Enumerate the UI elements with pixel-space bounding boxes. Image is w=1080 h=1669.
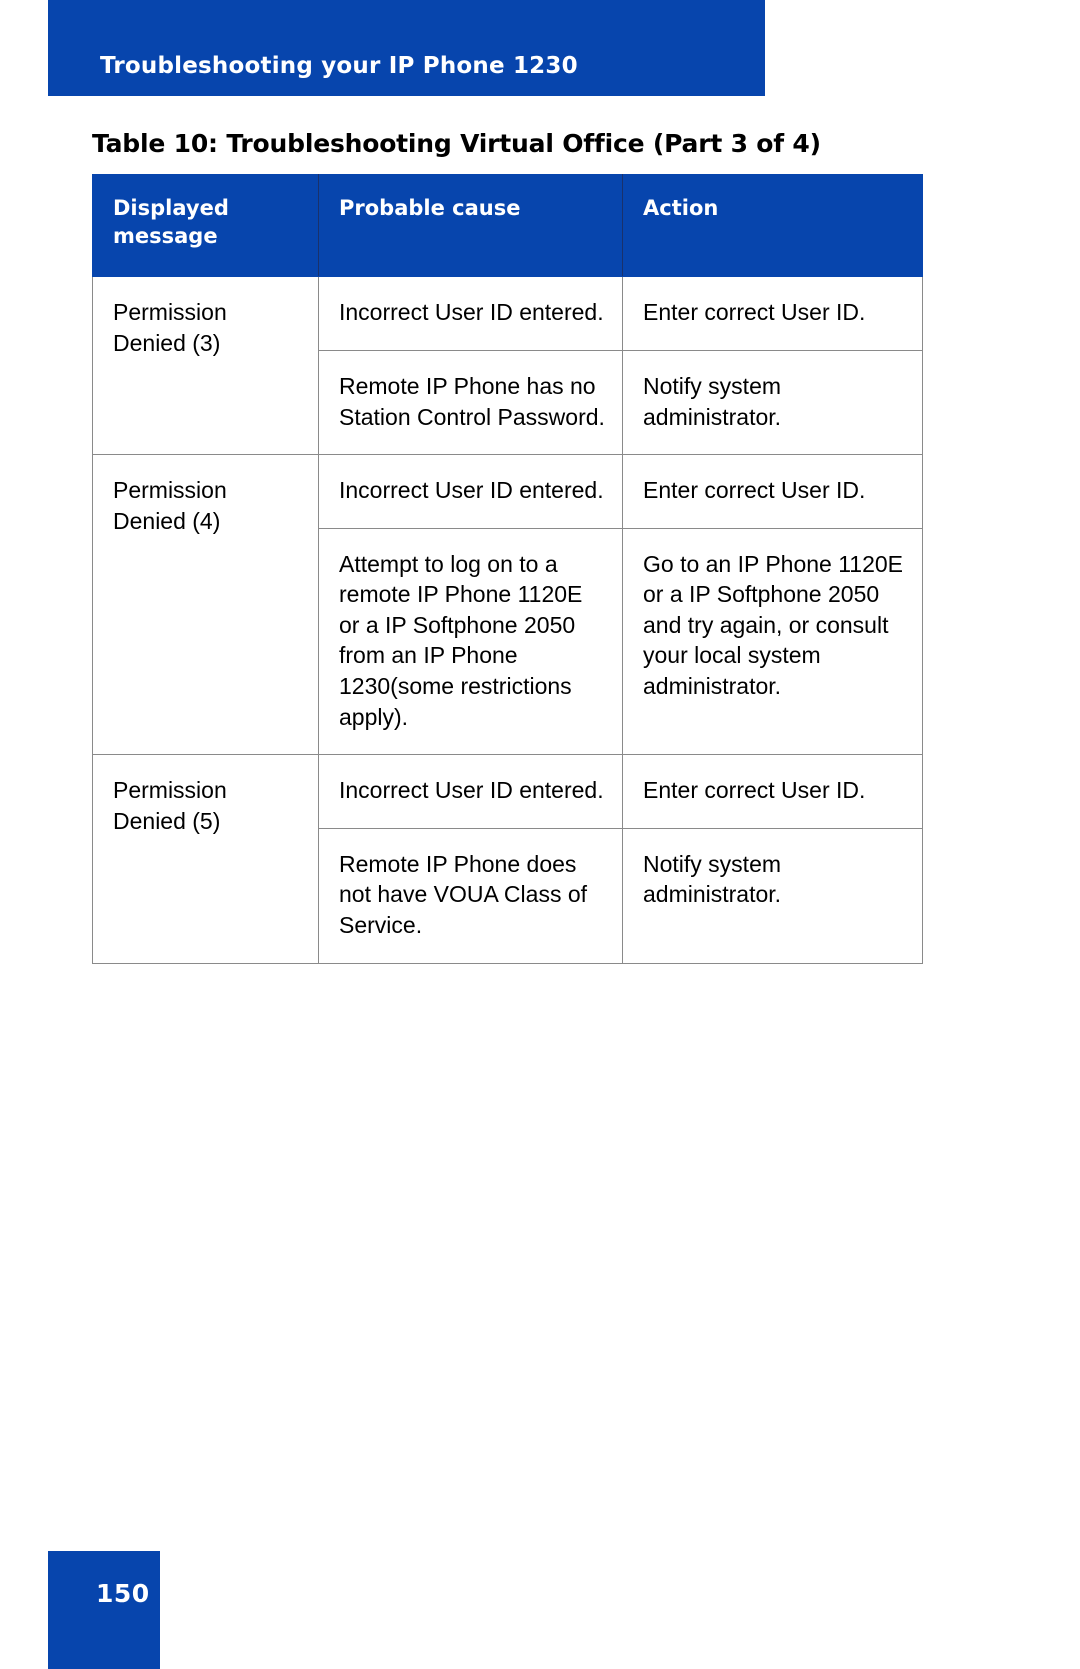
cell-probable-cause: Incorrect User ID entered. — [318, 454, 623, 529]
table-row: Permission Denied (3) Incorrect User ID … — [92, 276, 923, 456]
cell-displayed-message: Permission Denied (4) — [92, 454, 319, 756]
cell-probable-cause: Incorrect User ID entered. — [318, 754, 623, 829]
troubleshooting-table-wrapper: Displayed message Probable cause Action … — [92, 173, 923, 964]
table-row: Permission Denied (4) Incorrect User ID … — [92, 454, 923, 756]
running-header-title: Troubleshooting your IP Phone 1230 — [100, 53, 578, 79]
page-number: 150 — [96, 1579, 150, 1608]
page-header-bar: Troubleshooting your IP Phone 1230 — [48, 0, 765, 96]
cell-probable-cause: Attempt to log on to a remote IP Phone 1… — [318, 527, 623, 756]
cell-action: Go to an IP Phone 1120E or a IP Softphon… — [622, 527, 923, 756]
cell-action: Notify system administrator. — [622, 350, 923, 456]
table-caption: Table 10: Troubleshooting Virtual Office… — [92, 129, 821, 158]
cell-displayed-message: Permission Denied (3) — [92, 276, 319, 456]
cell-probable-cause: Incorrect User ID entered. — [318, 276, 623, 352]
footer-page-block: 150 — [48, 1551, 160, 1669]
cell-action: Enter correct User ID. — [622, 754, 923, 829]
cell-probable-cause: Remote IP Phone has no Station Control P… — [318, 350, 623, 456]
column-header-probable-cause: Probable cause — [318, 173, 623, 278]
cell-displayed-message: Permission Denied (5) — [92, 754, 319, 964]
cell-probable-cause: Remote IP Phone does not have VOUA Class… — [318, 827, 623, 964]
table-header-row: Displayed message Probable cause Action — [92, 173, 923, 278]
cell-action: Notify system administrator. — [622, 827, 923, 964]
column-header-action: Action — [622, 173, 923, 278]
table-row: Permission Denied (5) Incorrect User ID … — [92, 754, 923, 964]
cell-action: Enter correct User ID. — [622, 454, 923, 529]
column-header-displayed-message: Displayed message — [92, 173, 319, 278]
troubleshooting-table: Displayed message Probable cause Action … — [92, 173, 923, 964]
cell-action: Enter correct User ID. — [622, 276, 923, 352]
